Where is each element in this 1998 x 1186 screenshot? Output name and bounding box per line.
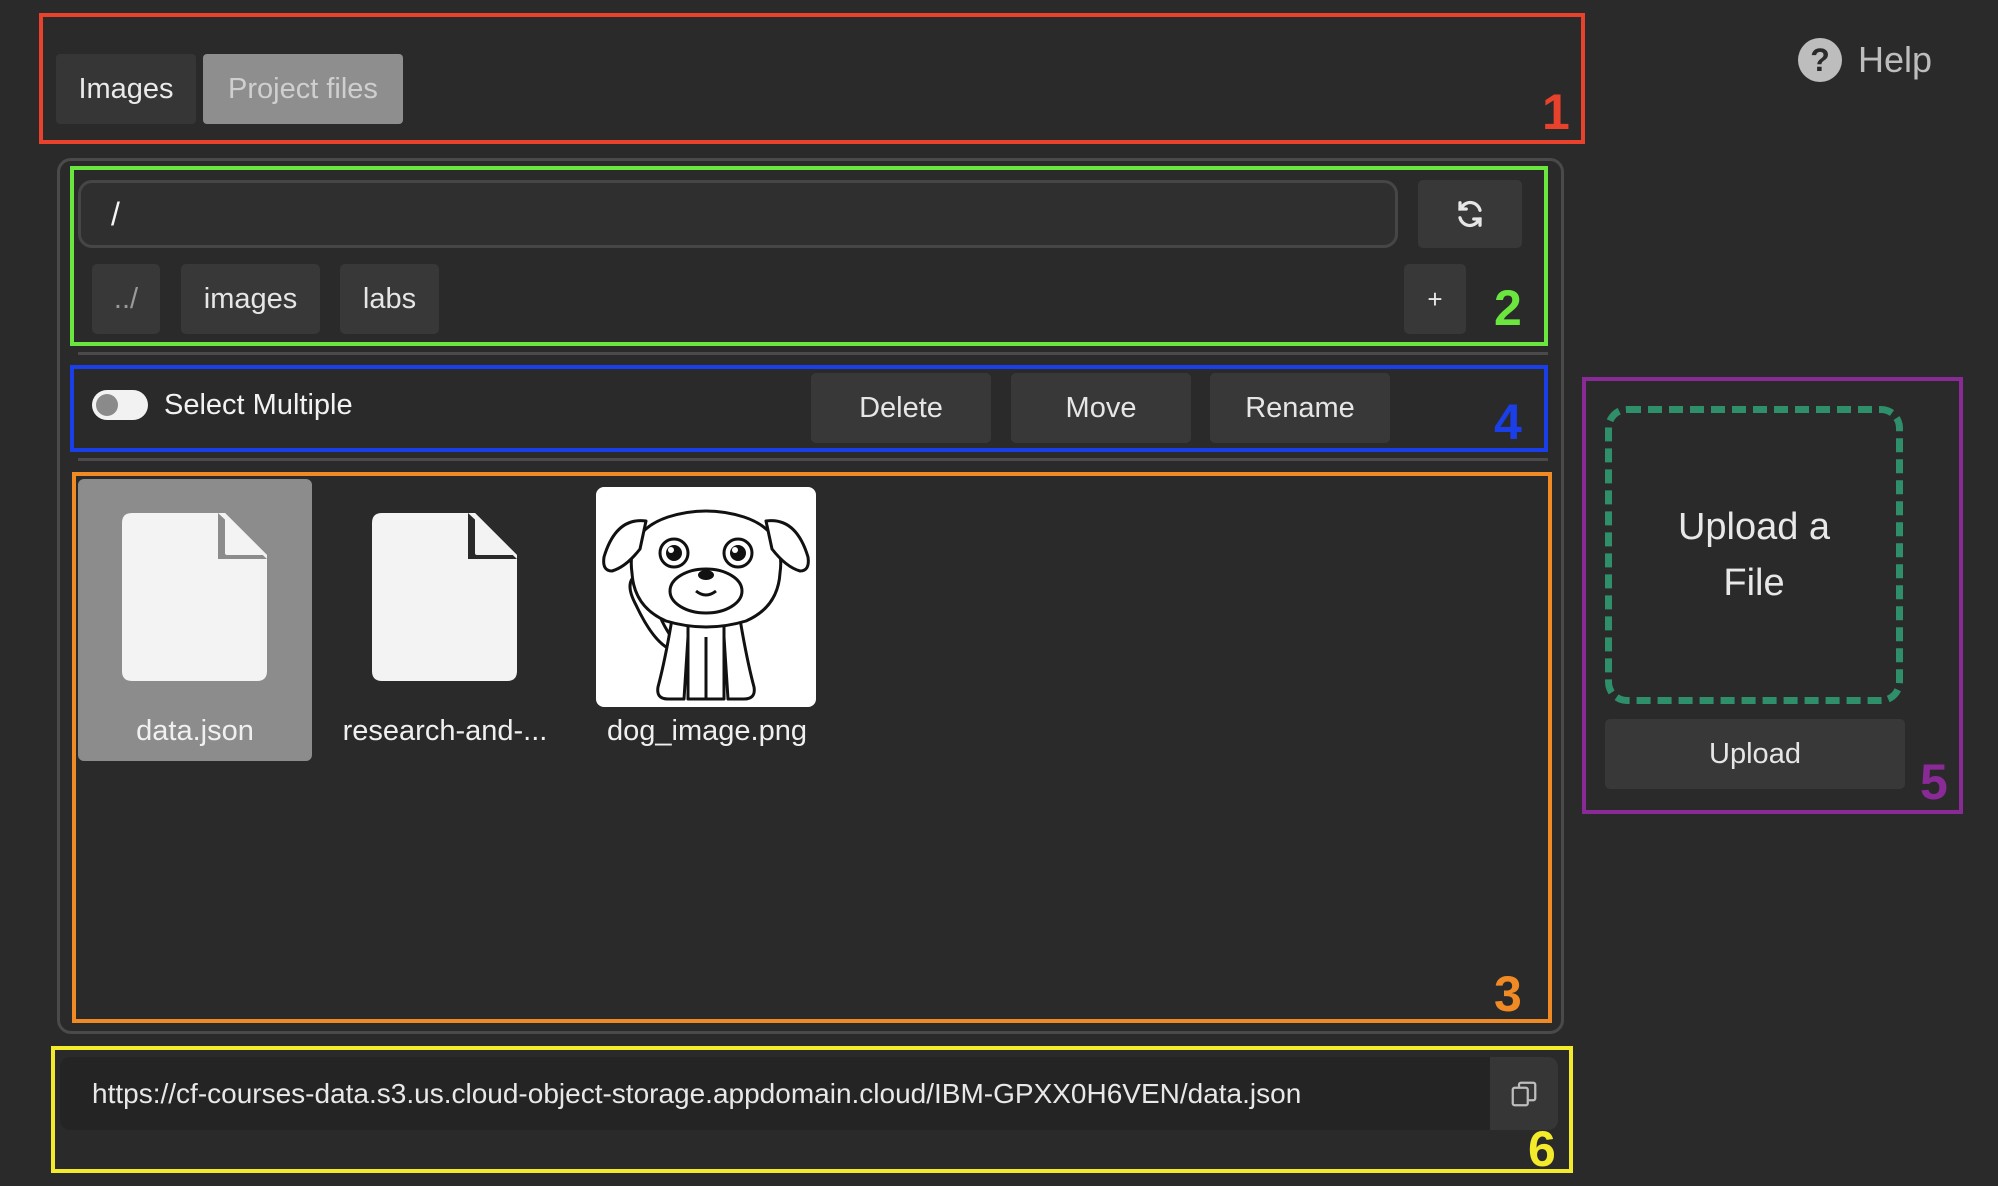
upload-dropzone[interactable]: Upload a File [1605, 406, 1903, 704]
select-multiple-toggle[interactable] [92, 390, 148, 420]
folder-images-button[interactable]: images [181, 264, 320, 334]
file-icon [372, 513, 517, 681]
help-link[interactable]: ? Help [1798, 36, 1932, 84]
new-folder-button[interactable]: + [1404, 264, 1466, 334]
tab-project-files-label: Project files [228, 72, 378, 105]
divider [78, 458, 1548, 461]
upload-button-label: Upload [1709, 737, 1801, 770]
folder-images-label: images [203, 282, 298, 315]
question-circle-icon: ? [1798, 38, 1842, 82]
delete-label: Delete [859, 391, 943, 424]
file-icon [122, 513, 267, 681]
dog-image-thumbnail [596, 487, 816, 707]
file-item-data-json[interactable]: data.json [78, 479, 312, 761]
file-url-value: https://cf-courses-data.s3.us.cloud-obje… [92, 1077, 1302, 1109]
file-name: data.json [136, 715, 254, 747]
dropzone-label-line2: File [1723, 562, 1785, 604]
annotation-number-1: 1 [1542, 84, 1570, 140]
refresh-button[interactable] [1418, 180, 1522, 248]
toggle-knob [96, 394, 118, 416]
file-item-research[interactable]: research-and-... [328, 479, 562, 761]
tab-images-label: Images [78, 72, 174, 105]
tab-images[interactable]: Images [56, 54, 196, 124]
annotation-number-3: 3 [1494, 966, 1522, 1022]
help-label: Help [1858, 39, 1933, 80]
dropzone-label-line1: Upload a [1677, 506, 1831, 548]
new-folder-label: + [1427, 283, 1443, 314]
file-name: research-and-... [342, 715, 548, 747]
annotation-number-5: 5 [1920, 754, 1948, 810]
folder-labs-label: labs [362, 282, 417, 315]
select-multiple-label: Select Multiple [164, 389, 353, 421]
annotation-number-4: 4 [1494, 394, 1522, 450]
delete-button[interactable]: Delete [811, 373, 991, 443]
path-input[interactable]: / [78, 180, 1398, 248]
folder-parent-button[interactable]: ../ [92, 264, 160, 334]
annotation-number-6: 6 [1528, 1121, 1556, 1177]
divider [78, 352, 1548, 355]
rename-label: Rename [1245, 391, 1355, 424]
path-value: / [111, 195, 120, 232]
refresh-icon [1458, 200, 1482, 228]
upload-button[interactable]: Upload [1605, 719, 1905, 789]
copy-url-button[interactable] [1490, 1057, 1558, 1130]
rename-button[interactable]: Rename [1210, 373, 1390, 443]
file-item-dog-image[interactable]: dog_image.png [590, 479, 824, 761]
folder-parent-label: ../ [113, 282, 139, 315]
file-url-field[interactable]: https://cf-courses-data.s3.us.cloud-obje… [60, 1057, 1490, 1130]
move-label: Move [1065, 391, 1137, 424]
tab-project-files[interactable]: Project files [203, 54, 403, 124]
folder-labs-button[interactable]: labs [340, 264, 439, 334]
copy-icon [1511, 1081, 1537, 1106]
file-name: dog_image.png [607, 715, 807, 747]
move-button[interactable]: Move [1011, 373, 1191, 443]
annotation-number-2: 2 [1494, 280, 1522, 336]
